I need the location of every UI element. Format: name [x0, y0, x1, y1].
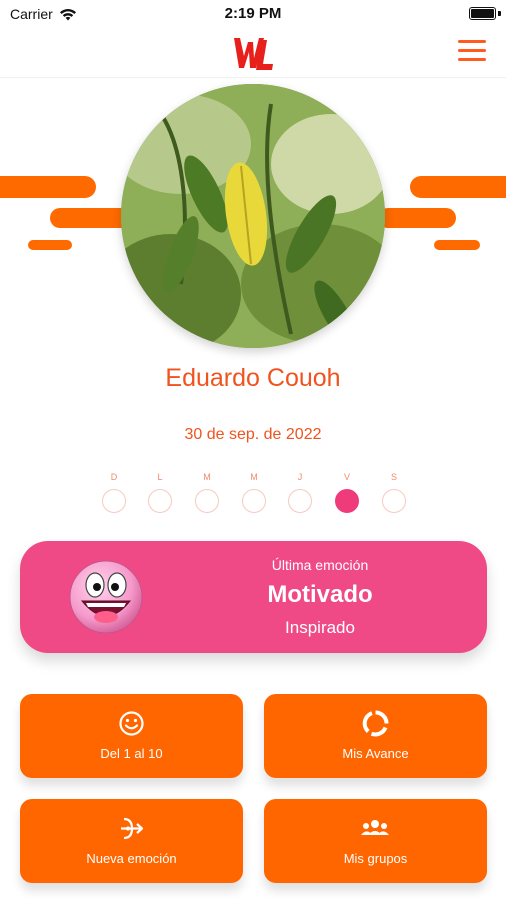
- day-dot[interactable]: [148, 489, 172, 513]
- day-dot[interactable]: [242, 489, 266, 513]
- tile-label: Nueva emoción: [86, 851, 177, 866]
- day-label: L: [157, 472, 163, 482]
- day-dot[interactable]: [195, 489, 219, 513]
- day-dot[interactable]: [382, 489, 406, 513]
- hamburger-menu-icon[interactable]: [458, 40, 486, 64]
- day-item[interactable]: M: [194, 471, 220, 513]
- decor-stripe: [378, 208, 456, 228]
- decor-stripe: [28, 240, 72, 250]
- smiley-icon: [119, 711, 144, 736]
- battery-tip: [498, 11, 501, 16]
- profile-avatar[interactable]: [121, 84, 385, 348]
- emotion-name: Motivado: [267, 581, 373, 608]
- tile-label: Del 1 al 10: [100, 746, 163, 761]
- decor-stripe: [50, 208, 130, 228]
- status-time: 2:19 PM: [224, 5, 282, 22]
- wl-logo-icon[interactable]: [232, 34, 274, 74]
- day-dot[interactable]: [288, 489, 312, 513]
- status-bar: Carrier 2:19 PM: [0, 0, 506, 28]
- last-emotion-label: Última emoción: [271, 557, 369, 573]
- day-item[interactable]: S: [381, 471, 407, 513]
- day-item[interactable]: D: [101, 471, 127, 513]
- last-emotion-card[interactable]: Última emoción Motivado Inspirado: [20, 541, 487, 653]
- day-label: D: [110, 472, 118, 482]
- week-selector: D L M M J V S: [0, 471, 506, 521]
- day-item[interactable]: V: [334, 471, 360, 513]
- tile-nueva-emocion[interactable]: Nueva emoción: [20, 799, 243, 883]
- avatar-photo: [121, 84, 385, 348]
- day-label: M: [203, 472, 211, 482]
- tile-mis-grupos[interactable]: Mis grupos: [264, 799, 487, 883]
- day-label: J: [297, 472, 303, 482]
- tile-del-1-al-10[interactable]: Del 1 al 10: [20, 694, 243, 778]
- decor-stripe: [434, 240, 480, 250]
- day-label: S: [390, 472, 397, 482]
- emotion-subtype: Inspirado: [285, 618, 355, 637]
- profile-name: Eduardo Couoh: [165, 364, 341, 392]
- happy-face-icon: [69, 560, 143, 634]
- tile-label: Mis Avance: [342, 746, 409, 761]
- day-label: M: [250, 472, 258, 482]
- tile-label: Mis grupos: [343, 851, 408, 866]
- day-dot[interactable]: [102, 489, 126, 513]
- decor-stripe: [0, 176, 96, 198]
- progress-ring-icon: [362, 710, 389, 737]
- group-icon: [361, 820, 389, 835]
- decor-stripe: [410, 176, 506, 198]
- day-item[interactable]: L: [147, 471, 173, 513]
- day-dot-selected[interactable]: [335, 489, 359, 513]
- day-item[interactable]: J: [287, 471, 313, 513]
- day-label: V: [343, 472, 350, 482]
- day-item[interactable]: M: [241, 471, 267, 513]
- current-date: 30 de sep. de 2022: [184, 426, 322, 443]
- battery-icon: [469, 7, 496, 20]
- tile-mis-avance[interactable]: Mis Avance: [264, 694, 487, 778]
- nav-bar: [0, 28, 506, 78]
- arrow-path-icon: [121, 817, 144, 840]
